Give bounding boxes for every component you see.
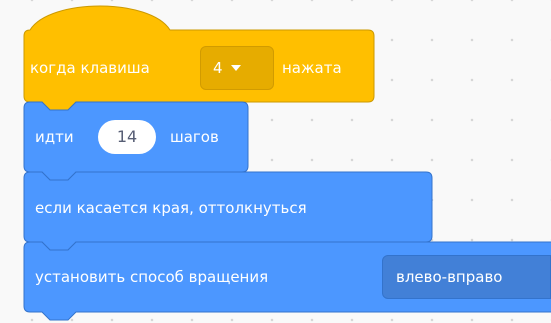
rotation-style-dropdown[interactable]: влево-вправо (382, 255, 551, 299)
when-key-pressed-block-shape[interactable] (23, 5, 375, 111)
chevron-down-icon (230, 65, 241, 71)
move-label: идти (35, 128, 74, 146)
code-workspace[interactable]: когда клавиша 4 нажата идти 14 шагов есл… (0, 0, 551, 323)
pressed-label: нажата (282, 59, 342, 77)
rotation-style-value: влево-вправо (396, 268, 503, 286)
steps-label: шагов (170, 128, 219, 146)
if-on-edge-bounce-label: если касается края, оттолкнуться (35, 199, 307, 217)
key-dropdown-value: 4 (213, 59, 223, 77)
when-key-pressed-label: когда клавиша (30, 59, 150, 77)
key-dropdown[interactable]: 4 (200, 46, 274, 90)
steps-input[interactable]: 14 (98, 120, 156, 154)
set-rotation-style-label: установить способ вращения (35, 268, 269, 286)
